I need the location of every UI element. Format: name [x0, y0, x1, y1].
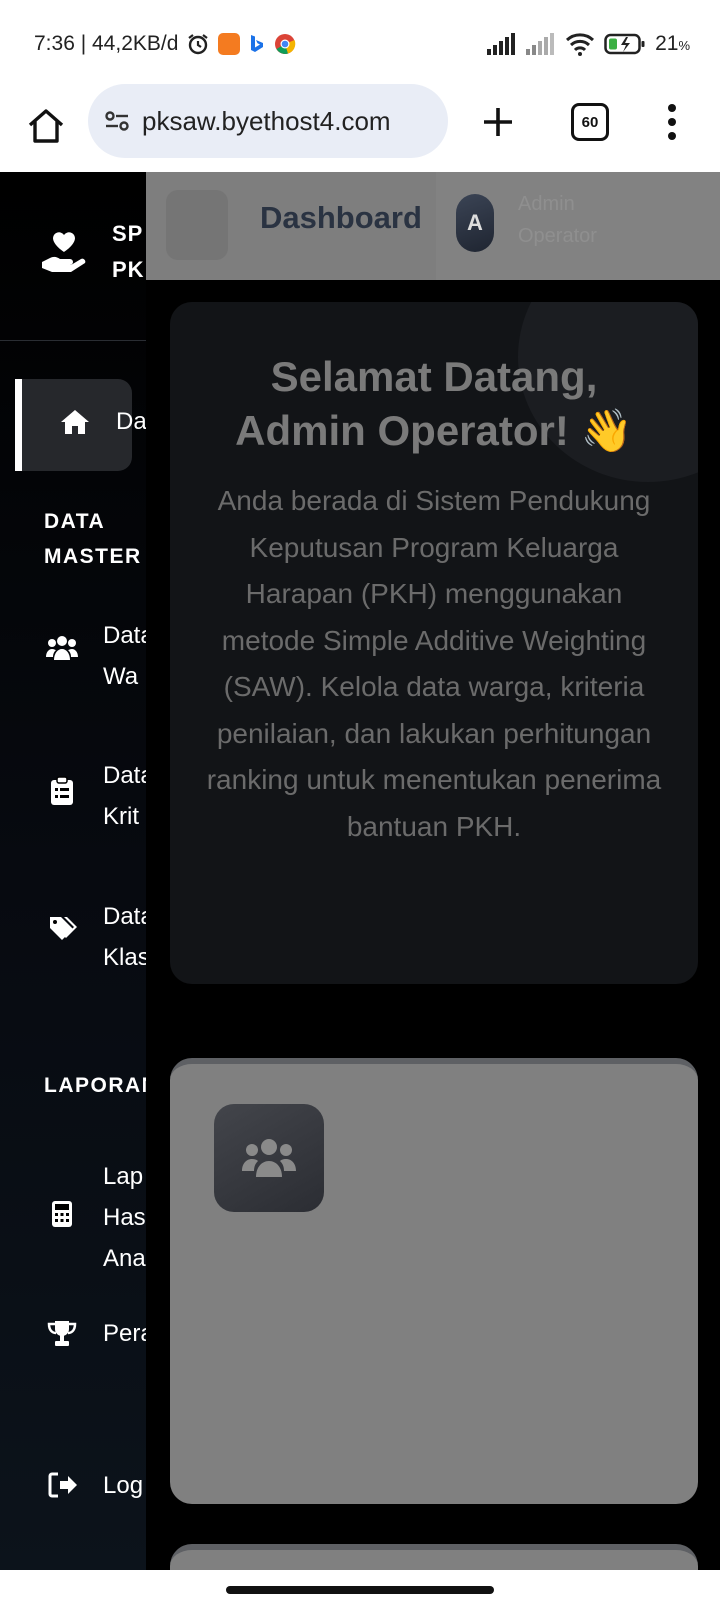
top-navbar: Dashboard A Admin Operator [146, 172, 720, 280]
sidebar-item-label: Data Klas [103, 896, 146, 978]
calculator-icon [52, 1201, 72, 1227]
sidebar-item-label: Da [116, 408, 146, 435]
stat-card-warga [170, 1058, 698, 1504]
status-bar: 7:36 | 44,2KB/d 21% [0, 0, 720, 84]
welcome-heading-line1: Selamat Datang, [270, 353, 598, 400]
user-name-line2: Operator [518, 225, 597, 247]
label-line2: Krit [103, 803, 139, 830]
label-line1: Data [103, 762, 146, 789]
user-name-line1: Admin [518, 193, 575, 215]
new-tab-icon[interactable] [476, 100, 520, 144]
sidebar-item-label: Log [103, 1472, 144, 1499]
sidebar-item-dashboard[interactable]: Da [15, 379, 146, 471]
app-icon [218, 33, 241, 55]
welcome-card: Selamat Datang, Admin Operator! 👋 Anda b… [170, 302, 698, 984]
label-line1: Lap [103, 1163, 144, 1190]
signal-icon [526, 33, 555, 55]
status-time: 7:36 | 44,2KB/d [34, 32, 179, 55]
label-line1: Data [103, 622, 146, 649]
signal-icon [487, 33, 516, 55]
section-data-master: DATA MASTER [44, 504, 142, 574]
battery-icon [604, 33, 645, 55]
welcome-heading: Selamat Datang, Admin Operator! 👋 [170, 350, 698, 458]
navigation-bar [0, 1570, 720, 1600]
wifi-icon [566, 33, 595, 56]
clipboard-list-icon [51, 776, 73, 805]
stat-card-next [170, 1544, 698, 1570]
brand-line1: SP [112, 221, 144, 246]
web-page: Dashboard A Admin Operator Selamat Datan… [0, 172, 720, 1570]
logout-icon [48, 1472, 77, 1498]
browser-toolbar: pksaw.byethost4.com 60 [0, 84, 720, 173]
brand[interactable]: SP PK [40, 216, 145, 288]
home-gesture-handle[interactable] [226, 1586, 494, 1594]
sidebar: SP PK Da DATA MASTER Data Wa Data Krit [0, 172, 146, 1570]
trophy-icon [47, 1321, 77, 1346]
page-title: Dashboard [260, 200, 422, 235]
sidebar-item-label: Data Wa [103, 615, 146, 697]
home-icon [61, 410, 89, 434]
home-icon[interactable] [24, 104, 68, 148]
user-name: Admin Operator [518, 188, 597, 252]
alarm-icon [188, 34, 209, 55]
sidebar-item-label: Pera [103, 1320, 146, 1347]
battery-level: 21 [655, 32, 679, 55]
avatar[interactable]: A [456, 194, 494, 252]
site-settings-icon[interactable] [102, 106, 132, 136]
label-line2: Klas [103, 944, 146, 971]
users-icon [46, 636, 78, 660]
tab-count: 60 [581, 113, 599, 131]
address-bar[interactable]: pksaw.byethost4.com [88, 84, 448, 158]
users-icon [214, 1104, 324, 1212]
label-line2: Wa [103, 663, 139, 690]
tab-switcher-button[interactable]: 60 [571, 103, 609, 141]
section-line1: DATA [44, 510, 106, 533]
chrome-icon [275, 34, 296, 54]
label-line3: Ana [103, 1245, 146, 1272]
label-line1: Data [103, 903, 146, 930]
more-menu-icon[interactable] [662, 100, 682, 144]
divider [0, 340, 146, 341]
hand-heart-icon [42, 232, 86, 272]
section-laporan: LAPORAN [44, 1074, 146, 1097]
sidebar-item-label: Lap Has Ana [103, 1156, 146, 1279]
welcome-heading-line2: Admin Operator! 👋 [235, 407, 633, 454]
menu-toggle-button[interactable] [166, 190, 228, 260]
tags-icon [50, 917, 77, 940]
brand-line2: PK [112, 257, 145, 282]
welcome-text: Anda berada di Sistem Pendukung Keputusa… [206, 485, 662, 842]
section-line2: MASTER [44, 545, 142, 568]
url-text[interactable]: pksaw.byethost4.com [142, 106, 391, 137]
battery-unit: % [678, 38, 690, 53]
sidebar-item-label: Data Krit [103, 755, 146, 837]
user-menu[interactable]: A Admin Operator [436, 172, 720, 280]
bing-icon [251, 35, 264, 52]
label-line2: Has [103, 1204, 146, 1231]
